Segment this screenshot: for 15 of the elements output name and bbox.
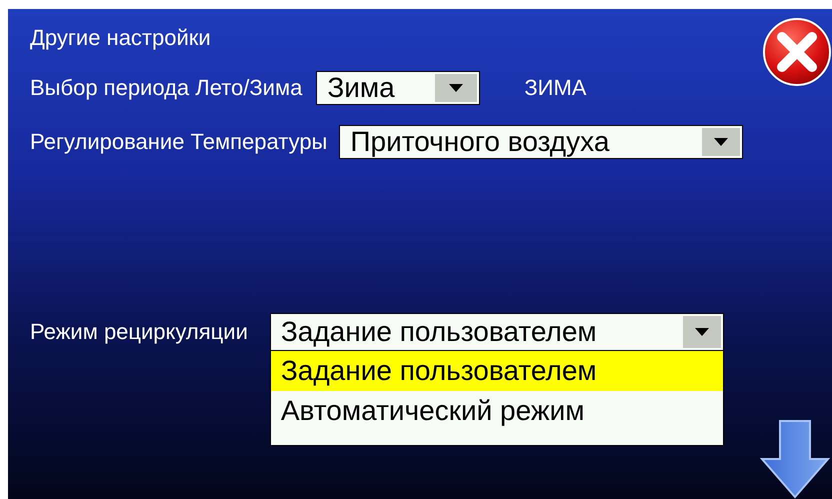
close-icon[interactable] (762, 17, 832, 87)
down-arrow-icon[interactable] (760, 419, 830, 499)
status-text: ЗИМА (524, 75, 586, 101)
field-label: Выбор периода Лето/Зима (30, 75, 302, 101)
caret-icon (694, 328, 709, 336)
dropdown[interactable]: Зима (316, 71, 480, 105)
dropdown-option[interactable]: Задание пользователем (270, 351, 723, 391)
dropdown[interactable]: Приточного воздуха (339, 125, 744, 159)
dropdown[interactable]: Задание пользователем (270, 313, 724, 351)
screen-title: Другие настройки (30, 24, 212, 52)
field-label: Регулирование Температуры (30, 129, 328, 155)
caret-icon (449, 84, 464, 92)
caret-icon (714, 138, 728, 146)
field-label: Режим рециркуляции (30, 319, 248, 345)
dropdown-option[interactable]: Автоматический режим (270, 391, 723, 431)
